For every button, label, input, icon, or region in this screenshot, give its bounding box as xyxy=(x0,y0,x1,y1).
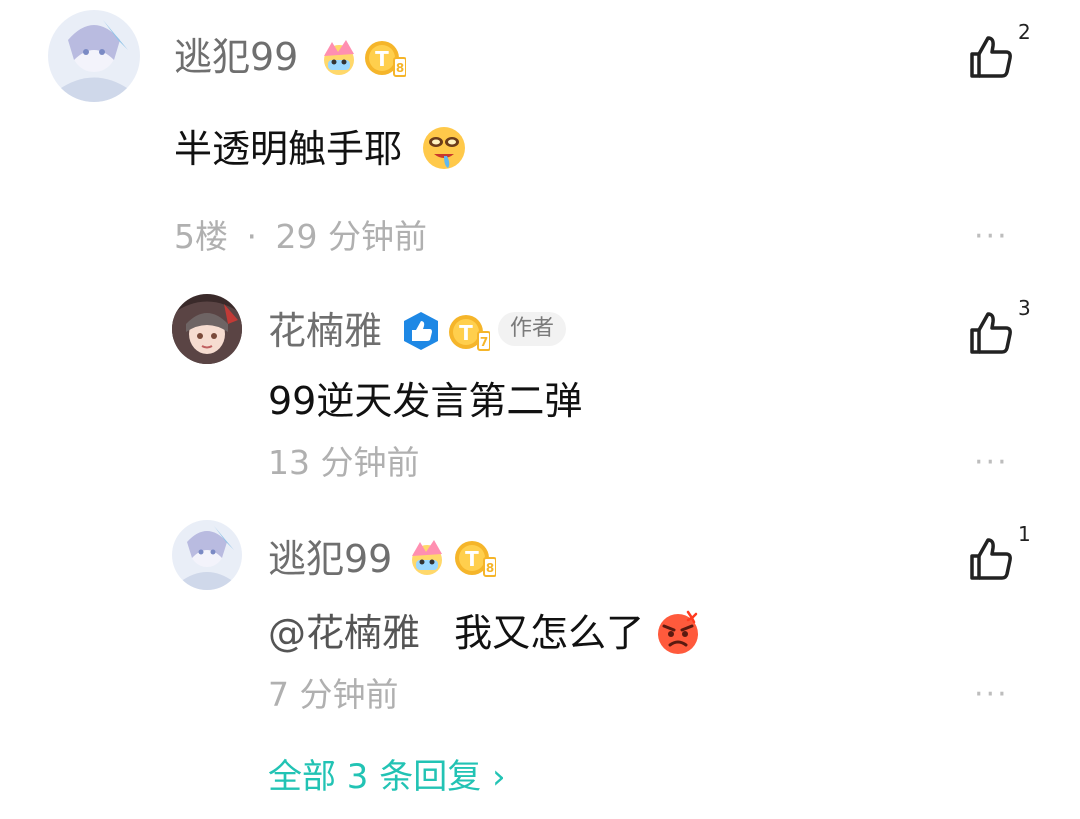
like-button[interactable]: 3 xyxy=(966,298,1032,358)
decoration-badge-icon xyxy=(406,536,448,578)
decoration-badge-icon xyxy=(318,36,360,78)
thumbs-up-icon xyxy=(970,538,1012,580)
reply-time: 13 分钟前 xyxy=(268,443,420,482)
level-badge-icon: T 7 xyxy=(448,312,491,352)
svg-text:8: 8 xyxy=(486,561,494,575)
avatar-hua-nan-ya[interactable] xyxy=(172,294,242,364)
username[interactable]: 花楠雅 xyxy=(268,312,382,350)
reply-text-row: @花楠雅 我又怎么了 xyxy=(268,614,644,652)
reply-text: 我又怎么了 xyxy=(454,611,645,655)
view-all-replies-link[interactable]: 全部 3 条回复 › xyxy=(268,760,506,794)
comment-text: 半透明触手耶 xyxy=(174,130,402,168)
comment-time: 29 分钟前 xyxy=(275,217,427,256)
author-tag: 作者 xyxy=(498,312,567,346)
reply-text: 99逆天发言第二弹 xyxy=(268,379,583,423)
meta-separator: · xyxy=(246,217,258,256)
avatar-taofan99[interactable] xyxy=(48,10,140,102)
like-count: 1 xyxy=(1018,522,1031,546)
reply-time: 7 分钟前 xyxy=(268,675,399,714)
like-count: 3 xyxy=(1018,296,1031,320)
more-options-button[interactable]: ··· xyxy=(974,222,1009,252)
svg-text:T: T xyxy=(459,321,473,345)
drooling-emoji-icon xyxy=(420,124,468,172)
more-options-button[interactable]: ··· xyxy=(974,448,1009,478)
floor-number: 5楼 xyxy=(174,217,228,256)
comment-meta: 5楼 · 29 分钟前 xyxy=(174,220,427,253)
svg-text:8: 8 xyxy=(396,61,404,75)
avatar-taofan99[interactable] xyxy=(172,520,242,590)
like-button[interactable]: 2 xyxy=(966,22,1032,82)
svg-text:7: 7 xyxy=(480,335,488,349)
thumbs-up-icon xyxy=(970,312,1012,354)
mention-link[interactable]: @花楠雅 xyxy=(268,611,420,655)
svg-text:T: T xyxy=(465,547,479,571)
username[interactable]: 逃犯99 xyxy=(174,38,298,76)
level-badge-icon: T 8 xyxy=(364,38,407,78)
angry-emoji-icon xyxy=(654,608,702,656)
svg-text:T: T xyxy=(375,47,389,71)
comment-body: 半透明触手耶 xyxy=(174,127,403,171)
level-badge-icon: T 8 xyxy=(454,538,497,578)
verified-icon xyxy=(400,310,442,352)
username[interactable]: 逃犯99 xyxy=(268,540,392,578)
like-count: 2 xyxy=(1018,20,1031,44)
comment-thread: 逃犯99 T 8 2 半透明触手耶 5楼 · 29 分钟前 ··· 花楠雅 T … xyxy=(0,0,1080,819)
more-options-button[interactable]: ··· xyxy=(974,680,1009,710)
like-button[interactable]: 1 xyxy=(966,524,1032,584)
thumbs-up-icon xyxy=(970,36,1012,78)
